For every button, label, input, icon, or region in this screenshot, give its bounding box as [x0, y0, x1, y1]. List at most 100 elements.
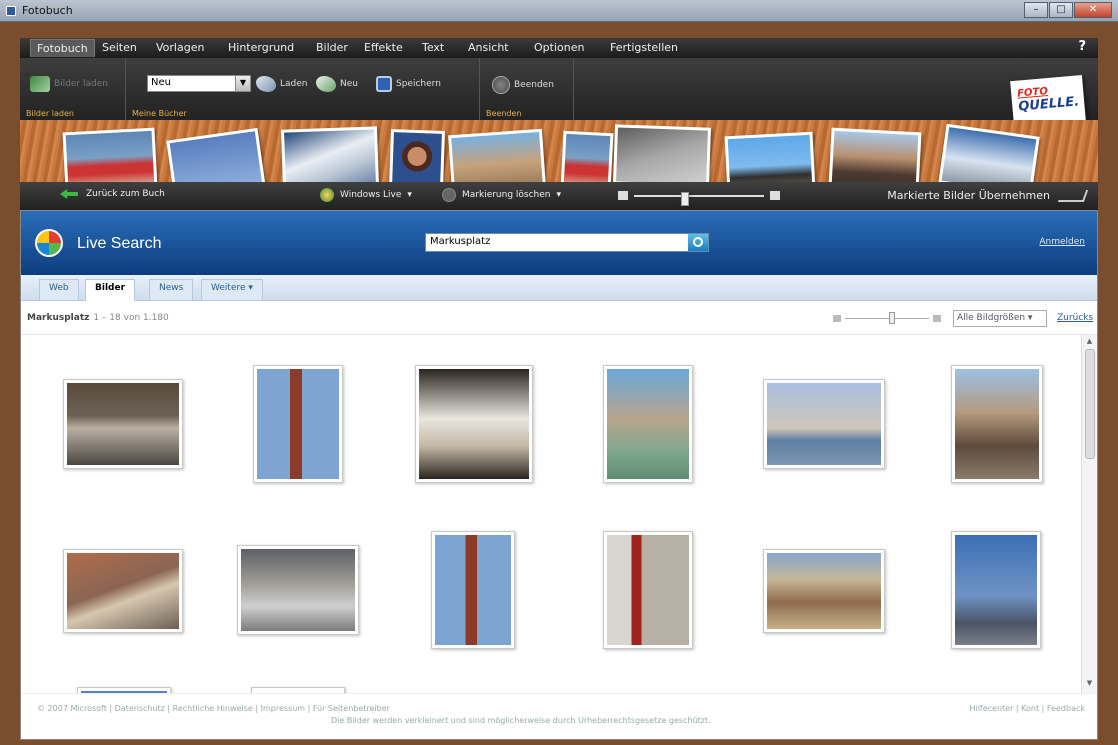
windows-logo-icon — [35, 229, 63, 257]
menu-fertigstellen[interactable]: Fertigstellen — [610, 41, 678, 54]
maximize-button[interactable]: □ — [1049, 2, 1073, 18]
new-button[interactable]: Neu — [316, 76, 358, 92]
back-to-book-button[interactable]: Zurück zum Buch — [60, 189, 165, 199]
menu-hintergrund[interactable]: Hintergrund — [228, 41, 294, 54]
live-search-footer: © 2007 Microsoft | Datenschutz | Rechtli… — [21, 693, 1097, 739]
live-search-title: Live Search — [77, 235, 162, 252]
small-grid-icon — [833, 315, 841, 322]
tab-web[interactable]: Web — [39, 279, 79, 300]
menu-effekte[interactable]: Effekte — [364, 41, 403, 54]
tab-news[interactable]: News — [149, 279, 194, 300]
tab-bilder[interactable]: Bilder — [85, 279, 136, 301]
image-result[interactable] — [951, 531, 1041, 649]
chevron-down-icon: ▾ — [407, 190, 412, 200]
image-result[interactable] — [253, 365, 343, 483]
scroll-up-icon[interactable]: ▲ — [1082, 337, 1097, 349]
save-icon — [376, 76, 392, 92]
menu-fotobuch[interactable]: Fotobuch — [30, 39, 95, 57]
search-tabs: Web Bilder News Weitere ▾ — [21, 275, 1097, 301]
open-icon — [256, 76, 276, 92]
image-result[interactable] — [603, 531, 693, 649]
results-scrollbar[interactable]: ▲ ▼ — [1081, 335, 1097, 693]
slider-handle[interactable] — [889, 312, 895, 324]
footer-help-links[interactable]: Hilfecenter | Kont | Feedback — [969, 704, 1085, 713]
menu-optionen[interactable]: Optionen — [534, 41, 584, 54]
tab-weitere[interactable]: Weitere ▾ — [201, 279, 263, 300]
image-result[interactable] — [951, 365, 1043, 483]
strip-photo[interactable] — [448, 128, 546, 182]
menu-bilder[interactable]: Bilder — [316, 41, 348, 54]
strip-photo[interactable] — [938, 123, 1040, 182]
group-beenden: Beenden Beenden — [480, 58, 574, 120]
image-result[interactable] — [431, 531, 515, 649]
strip-photo[interactable] — [612, 124, 712, 182]
quit-button[interactable]: Beenden — [492, 76, 554, 94]
group-caption: Beenden — [486, 109, 522, 118]
image-result[interactable] — [763, 549, 885, 633]
strip-photo[interactable] — [560, 130, 614, 182]
slider-track — [634, 192, 764, 206]
result-bar: Markusplatz 1 – 18 von 1.180 Alle Bildgrö… — [21, 301, 1097, 335]
group-caption: Meine Bücher — [132, 109, 187, 118]
chevron-down-icon: ▾ — [556, 190, 562, 200]
image-result[interactable] — [63, 379, 183, 469]
ribbon: Bilder laden Bilder laden Meine Bücher N… — [20, 58, 1098, 128]
slider-track — [845, 318, 929, 319]
strip-photo[interactable] — [280, 126, 380, 182]
group-caption: Bilder laden — [26, 109, 74, 118]
clear-icon — [442, 188, 456, 202]
globe-icon — [320, 188, 334, 202]
photo-icon — [30, 76, 50, 92]
checkmark-icon — [1057, 189, 1089, 202]
image-result[interactable] — [63, 549, 183, 633]
strip-photo[interactable] — [724, 131, 816, 182]
thumbnail-size-slider[interactable] — [618, 190, 780, 206]
strip-photo[interactable] — [828, 127, 922, 182]
image-result[interactable] — [237, 545, 359, 635]
image-result[interactable] — [763, 379, 885, 469]
result-summary: Markusplatz 1 – 18 von 1.180 — [27, 313, 169, 323]
photo-strip — [20, 120, 1098, 182]
quit-icon — [492, 76, 510, 94]
menu-vorlagen[interactable]: Vorlagen — [156, 41, 204, 54]
search-input[interactable]: Markusplatz — [425, 233, 709, 252]
open-button[interactable]: Laden — [256, 76, 307, 92]
reset-link[interactable]: Zurücks — [1057, 313, 1093, 323]
search-icon[interactable] — [688, 234, 708, 251]
live-search-header: Live Search Markusplatz Anmelden — [21, 211, 1097, 275]
small-grid-icon — [618, 191, 628, 200]
result-size-slider[interactable] — [833, 312, 941, 324]
minimize-button[interactable]: – — [1024, 2, 1048, 18]
footer-links[interactable]: © 2007 Microsoft | Datenschutz | Rechtli… — [37, 704, 390, 713]
scroll-down-icon[interactable]: ▼ — [1082, 679, 1097, 691]
image-result[interactable] — [603, 365, 693, 483]
window-title: Fotobuch — [22, 4, 73, 17]
menu-ansicht[interactable]: Ansicht — [468, 41, 509, 54]
live-search-panel: Live Search Markusplatz Anmelden Web Bil… — [20, 210, 1098, 740]
chevron-down-icon[interactable]: ▼ — [235, 76, 250, 91]
menu-seiten[interactable]: Seiten — [102, 41, 137, 54]
accept-selected-button[interactable]: Markierte Bilder Übernehmen — [887, 189, 1089, 202]
strip-photo[interactable] — [389, 129, 445, 182]
login-link[interactable]: Anmelden — [1039, 237, 1085, 247]
image-source-toolbar: Zurück zum Buch Windows Live ▾ Markierun… — [20, 182, 1098, 210]
load-images-button[interactable]: Bilder laden — [30, 76, 108, 92]
book-select[interactable]: Neu ▼ — [147, 75, 251, 92]
scroll-thumb[interactable] — [1085, 349, 1095, 459]
image-size-select[interactable]: Alle Bildgrößen ▾ — [953, 310, 1047, 327]
clear-selection-button[interactable]: Markierung löschen ▾ — [442, 188, 561, 202]
window-titlebar: Fotobuch – □ ✕ — [0, 0, 1118, 22]
windows-live-dropdown[interactable]: Windows Live ▾ — [320, 188, 412, 202]
save-button[interactable]: Speichern — [376, 76, 441, 92]
copyright-notice: Die Bilder werden verkleinert und sind m… — [331, 716, 711, 725]
close-button[interactable]: ✕ — [1074, 2, 1112, 18]
strip-photo[interactable] — [62, 127, 158, 182]
image-result[interactable] — [415, 365, 533, 483]
strip-photo[interactable] — [166, 127, 266, 182]
slider-handle[interactable] — [680, 192, 689, 206]
menu-bar: Fotobuch Seiten Vorlagen Hintergrund Bil… — [20, 38, 1098, 58]
menu-text[interactable]: Text — [422, 41, 444, 54]
image-results-grid — [21, 335, 1083, 693]
help-icon[interactable]: ? — [1078, 39, 1086, 54]
app-icon — [6, 6, 16, 16]
